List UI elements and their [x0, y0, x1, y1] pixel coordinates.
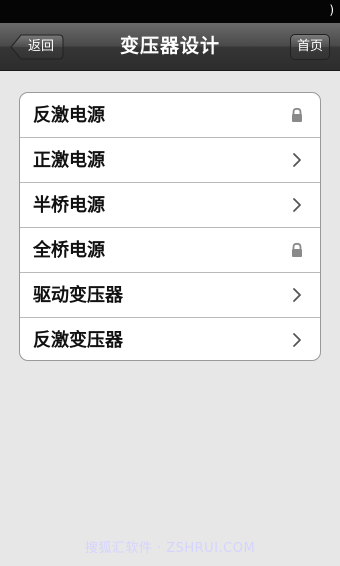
menu-item-half-bridge-power[interactable]: 半桥电源: [20, 183, 320, 228]
chevron-right-icon: [293, 288, 301, 302]
menu-item-label: 反激变压器: [33, 330, 123, 351]
menu-item-full-bridge-power[interactable]: 全桥电源: [20, 228, 320, 273]
watermark: 搜狐汇软件 · ZSHRUI.COM: [84, 541, 256, 556]
back-button-label: 返回: [27, 39, 54, 54]
lock-icon: [292, 107, 302, 122]
home-button[interactable]: 首页: [290, 34, 330, 60]
menu-item-label: 正激电源: [33, 150, 105, 171]
menu-item-label: 反激电源: [33, 105, 105, 126]
navigation-bar: 变压器设计 返回 首页: [0, 23, 340, 71]
lock-icon: [292, 242, 302, 257]
status-bar: ): [0, 0, 340, 23]
chevron-right-icon: [293, 333, 301, 347]
menu-item-drive-transformer[interactable]: 驱动变压器: [20, 273, 320, 318]
chevron-right-icon: [293, 153, 301, 167]
menu-item-label: 半桥电源: [33, 195, 105, 216]
menu-item-label: 驱动变压器: [33, 285, 123, 306]
back-button[interactable]: 返回: [10, 34, 64, 60]
chevron-right-icon: [293, 198, 301, 212]
menu-item-flyback-power[interactable]: 反激电源: [20, 93, 320, 138]
menu-item-label: 全桥电源: [33, 240, 105, 261]
menu-item-flyback-transformer[interactable]: 反激变压器: [20, 318, 320, 360]
menu-item-forward-power[interactable]: 正激电源: [20, 138, 320, 183]
menu-list: 反激电源 正激电源 半桥电源 全桥电源 驱动变压器 反激变压器: [19, 92, 321, 361]
status-indicator: ): [329, 3, 334, 17]
